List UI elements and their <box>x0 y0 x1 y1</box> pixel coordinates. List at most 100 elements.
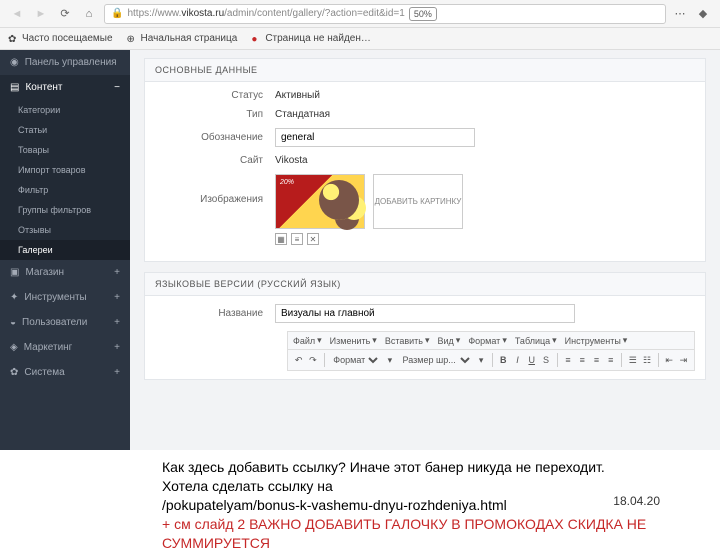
sidebar-item-content[interactable]: ▤ Контент − <box>0 75 130 100</box>
sidebar-sub-goods[interactable]: Товары <box>0 140 130 160</box>
annotation-date: 18.04.20 <box>613 494 660 508</box>
bookmark-notfound[interactable]: ● Страница не найден… <box>251 33 371 44</box>
caret-down-icon: ▾ <box>384 353 395 367</box>
strike-icon[interactable]: S <box>540 353 551 367</box>
redo-icon[interactable]: ↷ <box>307 353 318 367</box>
align-center-icon[interactable]: ≡ <box>577 353 588 367</box>
sidebar-sub-articles[interactable]: Статьи <box>0 120 130 140</box>
panel-title: ОСНОВНЫЕ ДАННЫЕ <box>145 59 705 82</box>
sidebar-item-tools[interactable]: ✦ Инструменты + <box>0 285 130 310</box>
zoom-badge[interactable]: 50% <box>409 7 437 21</box>
sidebar-item-users[interactable]: ◒ Пользователи + <box>0 310 130 335</box>
lock-icon: 🔒 <box>111 8 123 19</box>
editor-menu-format[interactable]: Формат ▾ <box>468 335 507 346</box>
outdent-icon[interactable]: ⇤ <box>663 353 674 367</box>
caret-down-icon: ▾ <box>317 335 322 346</box>
megaphone-icon: ◈ <box>10 342 18 353</box>
format-select[interactable]: Формат <box>329 353 381 367</box>
bookmark-home[interactable]: ⊕ Начальная страница <box>127 33 238 44</box>
status-value[interactable]: Активный <box>275 90 695 101</box>
forward-button[interactable]: ► <box>32 5 50 23</box>
cog-icon: ✿ <box>10 367 18 378</box>
type-value[interactable]: Стандатная <box>275 109 695 120</box>
name-label: Название <box>155 308 275 319</box>
sidebar-label: Инструменты <box>24 292 86 303</box>
editor-menu-edit[interactable]: Изменить ▾ <box>330 335 377 346</box>
align-right-icon[interactable]: ≡ <box>591 353 602 367</box>
annotation-line: Хотела сделать ссылку на <box>162 477 720 496</box>
sidebar-sub-categories[interactable]: Категории <box>0 100 130 120</box>
main-content: ОСНОВНЫЕ ДАННЫЕ Статус Активный Тип Стан… <box>130 50 720 450</box>
sidebar-item-system[interactable]: ✿ Система + <box>0 360 130 385</box>
caret-down-icon: ▾ <box>456 335 461 346</box>
caret-down-icon: ▾ <box>552 335 557 346</box>
site-value[interactable]: Vikosta <box>275 155 695 166</box>
admin-app: ◉ Панель управления ▤ Контент − Категори… <box>0 50 720 450</box>
panel-lang-versions: ЯЗЫКОВЫЕ ВЕРСИИ (РУССКИЙ ЯЗЫК) Название … <box>144 272 706 380</box>
sidebar-label: Контент <box>25 82 62 93</box>
align-justify-icon[interactable]: ≡ <box>605 353 616 367</box>
annotation-line: Как здесь добавить ссылку? Иначе этот ба… <box>162 458 720 477</box>
sidebar-sub-import[interactable]: Импорт товаров <box>0 160 130 180</box>
bookmark-frequent[interactable]: ✿ Часто посещаемые <box>8 33 113 44</box>
browser-toolbar: ◄ ► ⟳ ⌂ 🔒 https://www.vikosta.ru/admin/c… <box>0 0 720 28</box>
undo-icon[interactable]: ↶ <box>293 353 304 367</box>
editor-menubar: Файл ▾ Изменить ▾ Вставить ▾ Вид ▾ Форма… <box>287 331 695 350</box>
extension-icon[interactable]: ◆ <box>694 5 712 23</box>
site-label: Сайт <box>155 155 275 166</box>
back-button[interactable]: ◄ <box>8 5 26 23</box>
sidebar-item-dashboard[interactable]: ◉ Панель управления <box>0 50 130 75</box>
size-select[interactable]: Размер шр... <box>399 353 473 367</box>
italic-icon[interactable]: I <box>512 353 523 367</box>
editor-menu-table[interactable]: Таблица ▾ <box>515 335 557 346</box>
home-button[interactable]: ⌂ <box>80 5 98 23</box>
url-text: https://www.vikosta.ru/admin/content/gal… <box>127 8 404 19</box>
editor-menu-tools[interactable]: Инструменты ▾ <box>565 335 628 346</box>
caret-down-icon: ▾ <box>476 353 487 367</box>
gauge-icon: ◉ <box>10 57 19 68</box>
reload-button[interactable]: ⟳ <box>56 5 74 23</box>
panel-main-data: ОСНОВНЫЕ ДАННЫЕ Статус Активный Тип Стан… <box>144 58 706 262</box>
wrench-icon: ✦ <box>10 292 18 303</box>
gallery-image-thumb[interactable]: 20% <box>275 174 365 229</box>
indent-icon[interactable]: ⇥ <box>678 353 689 367</box>
list-number-icon[interactable]: ☷ <box>641 353 652 367</box>
sidebar-label: Система <box>24 367 64 378</box>
image-tool-icon[interactable]: ▦ <box>275 233 287 245</box>
address-bar[interactable]: 🔒 https://www.vikosta.ru/admin/content/g… <box>104 4 666 24</box>
banner-discount-text: 20% <box>280 179 294 186</box>
bookmark-label: Часто посещаемые <box>22 33 113 44</box>
editor-menu-view[interactable]: Вид ▾ <box>438 335 461 346</box>
sidebar-item-marketing[interactable]: ◈ Маркетинг + <box>0 335 130 360</box>
underline-icon[interactable]: U <box>526 353 537 367</box>
slug-input[interactable] <box>275 128 475 147</box>
slug-label: Обозначение <box>155 132 275 143</box>
editor-toolbar: ↶ ↷ Формат ▾ Размер шр... ▾ B I U S ≡ <box>287 350 695 371</box>
bookmarks-bar: ✿ Часто посещаемые ⊕ Начальная страница … <box>0 28 720 50</box>
align-left-icon[interactable]: ≡ <box>562 353 573 367</box>
minus-icon: − <box>114 82 120 93</box>
sidebar-sub-filter[interactable]: Фильтр <box>0 180 130 200</box>
annotation-line-red: + см слайд 2 ВАЖНО ДОБАВИТЬ ГАЛОЧКУ В ПР… <box>162 515 720 552</box>
globe-icon: ⊕ <box>127 34 137 44</box>
dot-icon: ● <box>251 34 261 44</box>
name-input[interactable] <box>275 304 575 323</box>
image-delete-icon[interactable]: ✕ <box>307 233 319 245</box>
sidebar-sub-reviews[interactable]: Отзывы <box>0 220 130 240</box>
sidebar-label: Панель управления <box>25 57 117 68</box>
sidebar-sub-filtergroups[interactable]: Группы фильтров <box>0 200 130 220</box>
file-icon: ▤ <box>10 82 19 93</box>
bookmark-label: Начальная страница <box>141 33 238 44</box>
sidebar-item-shop[interactable]: ▣ Магазин + <box>0 260 130 285</box>
add-image-button[interactable]: ДОБАВИТЬ КАРТИНКУ <box>373 174 463 229</box>
sidebar-sub-galleries[interactable]: Галереи <box>0 240 130 260</box>
status-label: Статус <box>155 90 275 101</box>
user-icon: ◒ <box>10 317 16 328</box>
image-edit-icon[interactable]: ≡ <box>291 233 303 245</box>
bold-icon[interactable]: B <box>498 353 509 367</box>
editor-menu-insert[interactable]: Вставить ▾ <box>385 335 430 346</box>
editor-menu-file[interactable]: Файл ▾ <box>293 335 322 346</box>
sidebar-label: Магазин <box>25 267 64 278</box>
menu-dots-icon[interactable]: ⋯ <box>672 7 688 20</box>
list-bullet-icon[interactable]: ☰ <box>627 353 638 367</box>
